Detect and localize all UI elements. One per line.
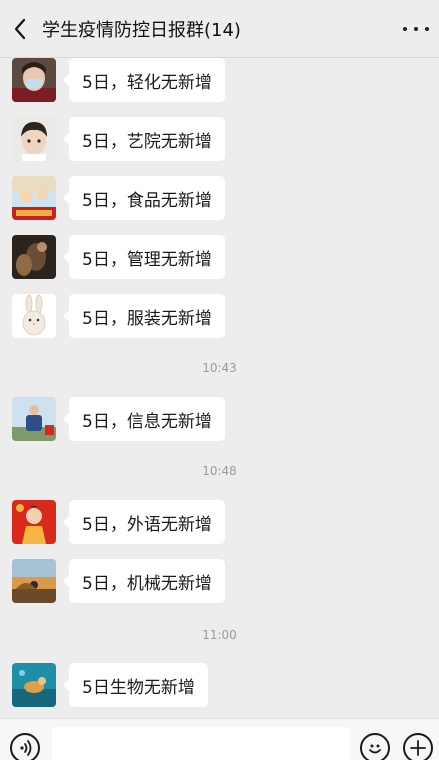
plus-button[interactable] [403,733,433,760]
sender-avatar[interactable] [12,294,56,338]
chevron-left-icon [14,18,26,39]
sender-avatar[interactable] [12,500,56,544]
emoji-button[interactable] [360,733,390,760]
message-text: 5日生物无新增 [82,677,195,698]
message-text: 5日，服装无新增 [82,308,212,329]
timestamp: 10:43 [202,361,237,375]
message-bubble[interactable]: 5日，艺院无新增 [63,117,225,161]
message-text: 5日，外语无新增 [82,514,212,535]
message-bubble[interactable]: 5日，外语无新增 [63,500,225,544]
message-bubble[interactable]: 5日生物无新增 [63,663,208,707]
sender-avatar[interactable] [12,663,56,707]
more-dots-icon [403,27,407,31]
message-list[interactable]: 5日，轻化无新增 5日，艺院无新增 5日，食品无新增 5日，管理无新增 5日，服… [0,58,439,718]
sender-avatar[interactable] [12,176,56,220]
message-text: 5日，食品无新增 [82,190,212,211]
voice-button[interactable] [10,733,40,760]
timestamp: 11:00 [202,628,237,642]
message-bubble[interactable]: 5日，轻化无新增 [63,58,225,102]
sender-avatar[interactable] [12,559,56,603]
sender-avatar[interactable] [12,58,56,102]
message-item: 5日，机械无新增 [12,559,225,603]
timestamp: 10:48 [202,464,237,478]
input-bar [0,718,439,760]
message-item: 5日，食品无新增 [12,176,225,220]
message-item: 5日，信息无新增 [12,397,225,441]
message-item: 5日生物无新增 [12,663,208,707]
message-item: 5日，艺院无新增 [12,117,225,161]
message-bubble[interactable]: 5日，信息无新增 [63,397,225,441]
sender-avatar[interactable] [12,397,56,441]
plus-icon [410,740,426,756]
message-text: 5日，管理无新增 [82,249,212,270]
message-item: 5日，轻化无新增 [12,58,225,102]
message-bubble[interactable]: 5日，服装无新增 [63,294,225,338]
message-input[interactable] [52,727,350,760]
chat-header: 学生疫情防控日报群(14) [0,0,439,58]
message-item: 5日，外语无新增 [12,500,225,544]
message-text: 5日，艺院无新增 [82,131,212,152]
message-bubble[interactable]: 5日，机械无新增 [63,559,225,603]
message-bubble[interactable]: 5日，食品无新增 [63,176,225,220]
chat-title: 学生疫情防控日报群(14) [42,19,241,41]
message-item: 5日，管理无新增 [12,235,225,279]
message-bubble[interactable]: 5日，管理无新增 [63,235,225,279]
back-button[interactable] [0,0,40,58]
message-text: 5日，机械无新增 [82,573,212,594]
sender-avatar[interactable] [12,117,56,161]
sender-avatar[interactable] [12,235,56,279]
more-button[interactable] [403,17,429,41]
message-text: 5日，信息无新增 [82,411,212,432]
message-text: 5日，轻化无新增 [82,72,212,93]
emoji-icon [369,744,381,754]
message-item: 5日，服装无新增 [12,294,225,338]
voice-icon [20,740,32,756]
